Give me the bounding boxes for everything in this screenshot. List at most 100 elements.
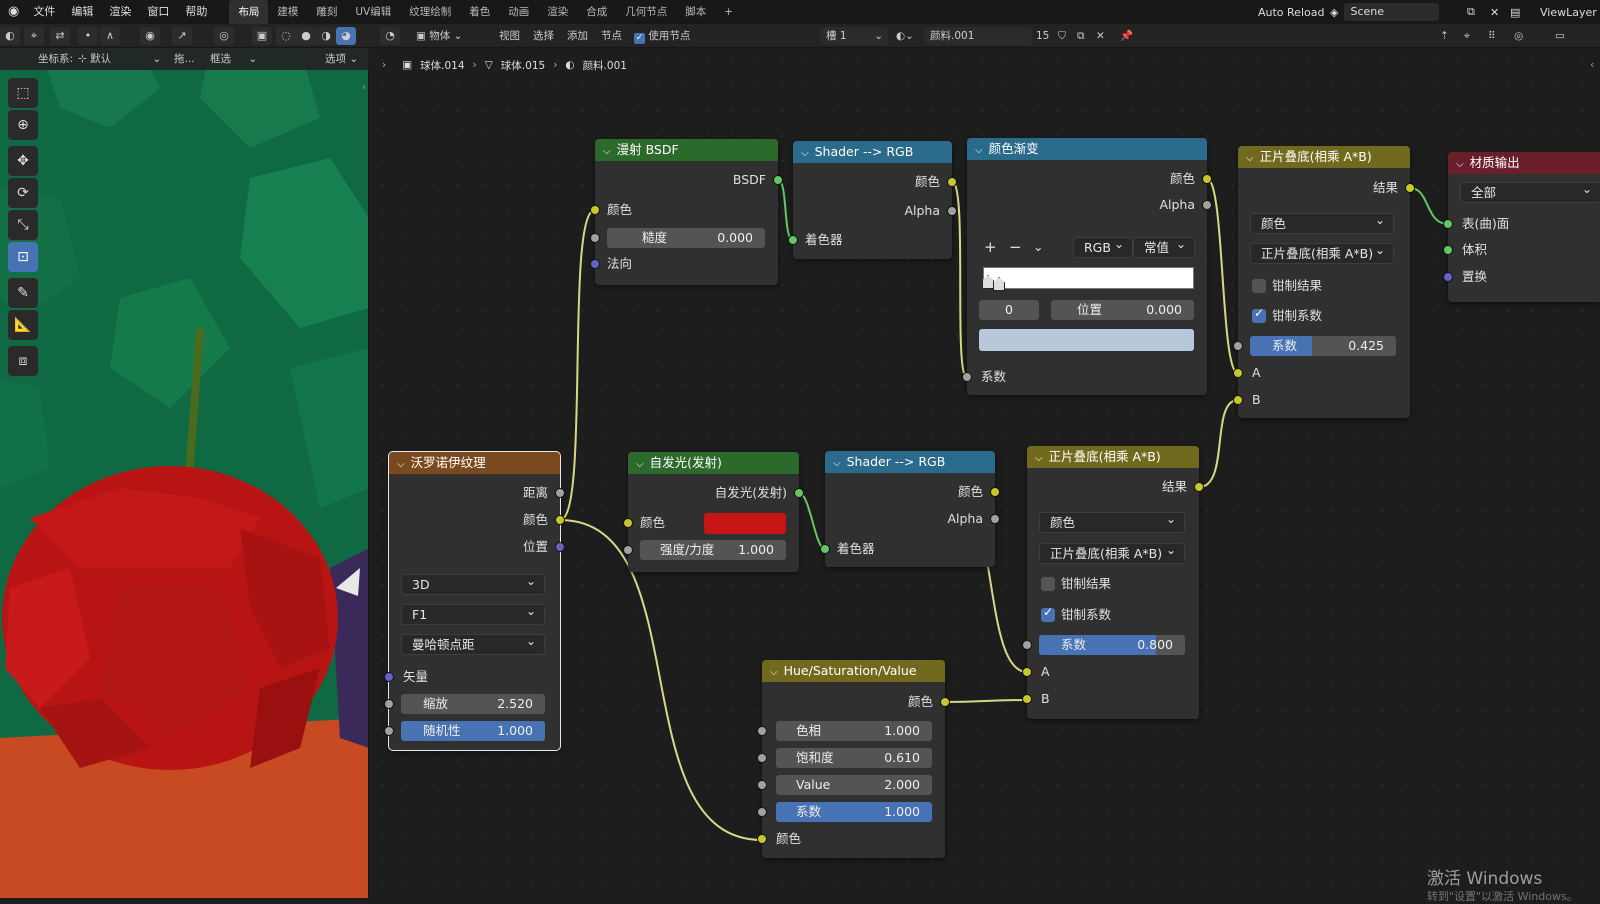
add-stop-icon[interactable]: + — [984, 237, 997, 257]
socket-strength-in[interactable] — [623, 545, 633, 555]
socket-value-in[interactable] — [757, 780, 767, 790]
clamp-factor-checkbox[interactable] — [1041, 605, 1055, 622]
output-target-dropdown[interactable]: 全部 — [1460, 180, 1600, 203]
node-mix-multiply-1[interactable]: ⌵正片叠底(相乘 A*B) 结果 颜色 正片叠底(相乘 A*B) 钳制结果 钳制… — [1233, 146, 1415, 418]
feature-dropdown[interactable]: F1 — [401, 602, 545, 625]
socket-shader-in[interactable] — [820, 544, 830, 554]
hue-field[interactable]: 色相 1.000 — [776, 721, 932, 741]
node-header[interactable]: ⌵ 漫射 BSDF — [595, 139, 778, 161]
socket-scale-in[interactable] — [384, 699, 394, 709]
sidebar-collapse-icon[interactable]: ‹ — [1590, 58, 1594, 71]
socket-surface-in[interactable] — [1443, 219, 1453, 229]
remove-stop-icon[interactable]: − — [1009, 237, 1022, 257]
node-header[interactable]: ⌵ 正片叠底(相乘 A*B) — [1238, 146, 1410, 168]
value-field[interactable]: Value 2.000 — [776, 775, 932, 795]
socket-alpha-out[interactable] — [1202, 200, 1212, 210]
randomness-slider[interactable]: 随机性 1.000 — [401, 721, 545, 741]
ramp-stop-color-swatch[interactable] — [979, 329, 1194, 351]
socket-result-out[interactable] — [1405, 183, 1415, 193]
strength-field[interactable]: 强度/力度 1.000 — [640, 540, 786, 560]
factor-slider[interactable]: 系数 0.425 — [1250, 336, 1396, 356]
socket-b-in[interactable] — [1022, 694, 1032, 704]
collapse-icon[interactable]: ⌵ — [1456, 154, 1464, 174]
collapse-icon[interactable]: ⌵ — [636, 454, 644, 474]
node-header[interactable]: ⌵ 正片叠底(相乘 A*B) — [1027, 446, 1199, 468]
node-diffuse-bsdf[interactable]: ⌵ 漫射 BSDF BSDF 颜色 糙度 0.000 法向 — [590, 139, 783, 285]
collapse-icon[interactable]: ⌵ — [1035, 448, 1043, 468]
collapse-icon[interactable]: ⌵ — [975, 140, 983, 160]
socket-normal-in[interactable] — [590, 259, 600, 269]
ramp-color-mode-dropdown[interactable]: RGB — [1073, 235, 1133, 258]
socket-factor-in[interactable] — [1233, 341, 1243, 351]
node-shader-to-rgb-2[interactable]: ⌵ Shader --> RGB 颜色 Alpha 着色器 — [820, 451, 1000, 567]
node-header[interactable]: ⌵ 材质输出 — [1448, 152, 1600, 174]
socket-color-out[interactable] — [940, 697, 950, 707]
socket-color-out[interactable] — [947, 177, 957, 187]
clamp-result-checkbox[interactable] — [1041, 577, 1055, 591]
socket-alpha-out[interactable] — [990, 514, 1000, 524]
socket-factor-in[interactable] — [1022, 640, 1032, 650]
socket-color-in[interactable] — [757, 834, 767, 844]
socket-color-out[interactable] — [990, 487, 1000, 497]
node-header[interactable]: ⌵ Shader --> RGB — [825, 451, 995, 473]
dimensions-dropdown[interactable]: 3D — [401, 572, 545, 595]
factor-slider[interactable]: 系数 1.000 — [776, 802, 932, 822]
ramp-interpolation-dropdown[interactable]: 常值 — [1133, 235, 1195, 258]
socket-b-in[interactable] — [1233, 395, 1243, 405]
socket-distance-out[interactable] — [555, 488, 565, 498]
socket-displacement-in[interactable] — [1443, 272, 1453, 282]
node-hue-saturation-value[interactable]: ⌵ Hue/Saturation/Value 颜色 色相 1.000 饱和度 0.61… — [757, 660, 950, 858]
socket-bsdf-out[interactable] — [773, 175, 783, 185]
socket-color-in[interactable] — [623, 518, 633, 528]
socket-volume-in[interactable] — [1443, 245, 1453, 255]
ramp-position-field[interactable]: 位置 0.000 — [1051, 300, 1194, 320]
socket-a-in[interactable] — [1022, 667, 1032, 677]
socket-fac-in[interactable] — [962, 372, 972, 382]
node-shader-to-rgb-1[interactable]: ⌵ Shader --> RGB 颜色 Alpha 着色器 — [788, 141, 957, 259]
collapse-icon[interactable]: ⌵ — [833, 453, 841, 473]
node-header[interactable]: ⌵ Shader --> RGB — [793, 141, 952, 163]
socket-vector-in[interactable] — [384, 672, 394, 682]
socket-color-out[interactable] — [1202, 174, 1212, 184]
socket-alpha-out[interactable] — [947, 206, 957, 216]
saturation-field[interactable]: 饱和度 0.610 — [776, 748, 932, 768]
socket-color-out[interactable] — [555, 515, 565, 525]
distance-metric-dropdown[interactable]: 曼哈顿点距 — [401, 632, 545, 655]
collapse-icon[interactable]: ⌵ — [603, 141, 611, 161]
socket-randomness-in[interactable] — [384, 726, 394, 736]
socket-hue-in[interactable] — [757, 726, 767, 736]
socket-saturation-in[interactable] — [757, 753, 767, 763]
node-voronoi-texture[interactable]: ⌵沃罗诺伊纹理 距离 颜色 位置 3D F1 曼哈顿点距 矢量 缩放2.520 … — [384, 451, 565, 751]
mix-blend-mode-dropdown[interactable]: 正片叠底(相乘 A*B) — [1250, 241, 1394, 264]
socket-factor-in[interactable] — [757, 807, 767, 817]
node-emission[interactable]: ⌵ 自发光(发射) 自发光(发射) 颜色 强度/力度 1.000 — [623, 452, 804, 572]
collapse-icon[interactable]: ⌵ — [801, 143, 809, 163]
node-header[interactable]: ⌵ 沃罗诺伊纹理 — [389, 452, 560, 474]
color-ramp-bar[interactable] — [983, 267, 1194, 289]
roughness-field[interactable]: 糙度 0.000 — [607, 228, 765, 248]
clamp-result-checkbox[interactable] — [1252, 279, 1266, 293]
socket-position-out[interactable] — [555, 542, 565, 552]
mix-data-type-dropdown[interactable]: 颜色 — [1250, 211, 1394, 234]
mix-data-type-dropdown[interactable]: 颜色 — [1039, 510, 1185, 533]
node-header[interactable]: ⌵ Hue/Saturation/Value — [762, 660, 945, 682]
socket-a-in[interactable] — [1233, 368, 1243, 378]
collapse-icon[interactable]: ⌵ — [1246, 148, 1254, 168]
ramp-stop-index[interactable]: 0 — [979, 300, 1039, 320]
ramp-menu-icon[interactable]: ⌄ — [1033, 237, 1043, 257]
node-header[interactable]: ⌵ 自发光(发射) — [628, 452, 799, 474]
scale-field[interactable]: 缩放 2.520 — [401, 694, 545, 714]
socket-roughness-in[interactable] — [590, 233, 600, 243]
socket-shader-in[interactable] — [788, 235, 798, 245]
collapse-icon[interactable]: ⌵ — [770, 662, 778, 682]
factor-slider[interactable]: 系数 0.800 — [1039, 635, 1185, 655]
clamp-factor-checkbox[interactable] — [1252, 306, 1266, 323]
collapse-icon[interactable]: ⌵ — [397, 454, 405, 474]
node-mix-multiply-2[interactable]: ⌵正片叠底(相乘 A*B) 结果 颜色 正片叠底(相乘 A*B) 钳制结果 钳制… — [1022, 446, 1204, 719]
emission-color-swatch[interactable] — [704, 513, 786, 534]
socket-result-out[interactable] — [1194, 482, 1204, 492]
node-material-output[interactable]: ⌵材质输出 全部 表(曲)面 体积 置换 — [1443, 152, 1600, 302]
node-header[interactable]: ⌵ 颜色渐变 — [967, 138, 1207, 160]
socket-emission-out[interactable] — [794, 488, 804, 498]
mix-blend-mode-dropdown[interactable]: 正片叠底(相乘 A*B) — [1039, 541, 1185, 564]
